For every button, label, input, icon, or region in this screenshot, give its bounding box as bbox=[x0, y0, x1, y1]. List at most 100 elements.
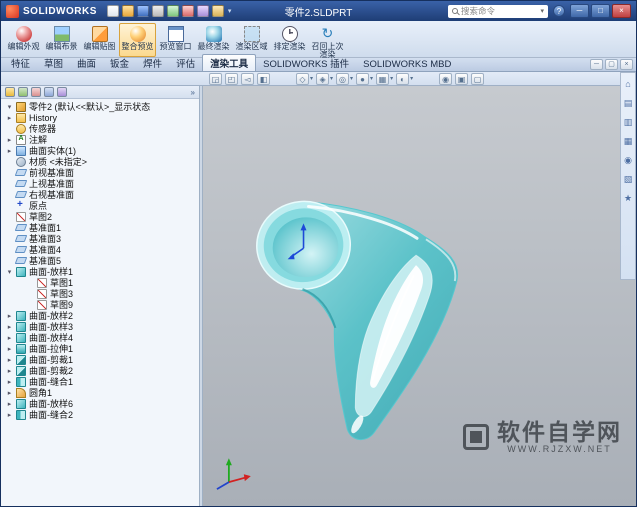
previous-view-icon[interactable]: ◅ bbox=[241, 72, 254, 85]
undo-icon[interactable] bbox=[166, 5, 179, 17]
command-tab[interactable]: 曲面 bbox=[70, 55, 103, 71]
doc-minimize-icon[interactable]: ─ bbox=[590, 59, 603, 70]
minimize-button[interactable]: ─ bbox=[570, 4, 589, 18]
open-file-icon[interactable] bbox=[121, 5, 134, 17]
ribbon-button[interactable]: 召回上次渲染 bbox=[309, 23, 346, 59]
display-manager-tab-icon[interactable] bbox=[57, 87, 67, 97]
search-chevron-down-icon[interactable] bbox=[540, 7, 544, 15]
toolbar-chevron-down-icon[interactable] bbox=[228, 7, 232, 15]
zoom-fit-icon[interactable]: ◲ bbox=[209, 72, 222, 85]
expand-arrow-icon[interactable]: ▸ bbox=[6, 334, 13, 342]
property-manager-tab-icon[interactable] bbox=[18, 87, 28, 97]
expand-arrow-icon[interactable]: ▸ bbox=[6, 114, 13, 122]
expand-arrow-icon[interactable]: ▸ bbox=[6, 378, 13, 386]
solidworks-window: SOLIDWORKS 零件2.SLDPRT 搜索命令 ─□× 编辑外观 bbox=[0, 0, 637, 507]
ribbon-button-label: 编辑外观 bbox=[7, 41, 40, 51]
tree-item-label: 零件2 (默认<<默认>_显示状态 bbox=[29, 102, 151, 112]
ribbon-button-icon bbox=[281, 25, 298, 42]
ribbon-button[interactable]: 编辑贴图 bbox=[81, 23, 118, 57]
expand-arrow-icon[interactable]: ▸ bbox=[6, 367, 13, 375]
expand-arrow-icon[interactable]: ▸ bbox=[6, 312, 13, 320]
expand-arrow-icon[interactable]: ▸ bbox=[6, 345, 13, 353]
command-tab[interactable]: 焊件 bbox=[136, 55, 169, 71]
expand-arrow-icon[interactable]: ▾ bbox=[6, 268, 13, 276]
file-properties-icon[interactable] bbox=[196, 5, 209, 17]
maximize-button[interactable]: □ bbox=[591, 4, 610, 18]
forum-icon[interactable]: ★ bbox=[624, 193, 632, 203]
expand-arrow-icon[interactable]: ▸ bbox=[6, 389, 13, 397]
doc-restore-icon[interactable]: ▢ bbox=[605, 59, 618, 70]
edit-appearance-icon[interactable]: ● bbox=[356, 72, 370, 85]
tree-item[interactable]: 草图1 bbox=[3, 277, 199, 288]
ribbon-button[interactable]: 编辑布景 bbox=[43, 23, 80, 57]
solidworks-logo-icon bbox=[6, 4, 19, 18]
expand-arrow-icon[interactable]: ▸ bbox=[6, 400, 13, 408]
resources-home-icon[interactable]: ⌂ bbox=[625, 79, 630, 89]
feature-tree: ▾ 零件2 (默认<<默认>_显示状态 ▸ History 传感器 ▸ A 注解… bbox=[1, 99, 199, 420]
command-search-input[interactable]: 搜索命令 bbox=[448, 4, 548, 18]
expand-arrow-icon[interactable]: ▸ bbox=[6, 323, 13, 331]
zoom-area-icon[interactable]: ◰ bbox=[225, 72, 238, 85]
photoview-options-icon[interactable]: ▣ bbox=[455, 72, 469, 85]
expand-arrow-icon[interactable]: ▾ bbox=[6, 103, 13, 111]
ribbon-button[interactable]: 最终渲染 bbox=[195, 23, 232, 57]
expand-arrow-icon[interactable]: ▸ bbox=[6, 356, 13, 364]
command-tab[interactable]: 评估 bbox=[169, 55, 202, 71]
camera-icon[interactable]: ◉ bbox=[439, 72, 453, 85]
tree-item-icon bbox=[16, 123, 26, 134]
graphics-area[interactable]: 软件自学网 WWW.RJZXW.NET bbox=[203, 86, 636, 506]
expand-arrow-icon[interactable]: ▸ bbox=[6, 147, 13, 155]
design-library-icon[interactable]: ▤ bbox=[624, 98, 633, 108]
watermark-logo-icon bbox=[463, 424, 489, 450]
tree-item[interactable]: ▾ 曲面-放样1 bbox=[3, 266, 199, 277]
display-style-icon[interactable]: ◈ bbox=[316, 72, 330, 85]
command-tab[interactable]: SOLIDWORKS MBD bbox=[356, 58, 458, 71]
view-palette-icon[interactable]: ▦ bbox=[624, 136, 633, 146]
tree-item-icon bbox=[14, 169, 28, 176]
ribbon-button-icon bbox=[167, 25, 184, 42]
new-file-icon[interactable] bbox=[106, 5, 119, 17]
command-tab[interactable]: 特征 bbox=[4, 55, 37, 71]
command-tab[interactable]: 钣金 bbox=[103, 55, 136, 71]
ribbon-button[interactable]: 编辑外观 bbox=[5, 23, 42, 57]
rebuild-icon[interactable] bbox=[181, 5, 194, 17]
view-settings-icon[interactable]: ◐ bbox=[396, 72, 410, 85]
command-tab[interactable]: 草图 bbox=[37, 55, 70, 71]
doc-close-icon[interactable]: × bbox=[620, 59, 633, 70]
options-icon[interactable] bbox=[211, 5, 224, 17]
custom-properties-icon[interactable]: ▧ bbox=[624, 174, 633, 184]
ribbon-button[interactable]: 渲染区域 bbox=[233, 23, 270, 57]
tree-item[interactable]: 草图3 bbox=[3, 288, 199, 299]
ribbon-button-icon bbox=[243, 25, 260, 42]
print-icon[interactable] bbox=[151, 5, 164, 17]
panel-more-icon[interactable]: » bbox=[191, 88, 195, 97]
search-icon bbox=[452, 8, 458, 14]
ribbon-button[interactable]: 排定渲染 bbox=[271, 23, 308, 57]
tree-item-icon bbox=[16, 321, 26, 332]
dimxpert-manager-tab-icon[interactable] bbox=[44, 87, 54, 97]
help-icon[interactable] bbox=[553, 5, 565, 17]
file-explorer-icon[interactable]: ▥ bbox=[624, 117, 633, 127]
view-orientation-icon[interactable]: ◇ bbox=[296, 72, 309, 85]
tree-item[interactable]: ▾ 零件2 (默认<<默认>_显示状态 bbox=[3, 101, 199, 112]
appearances-scenes-icon[interactable]: ◉ bbox=[624, 155, 632, 165]
hide-show-items-icon[interactable]: ◎ bbox=[336, 72, 350, 85]
close-button[interactable]: × bbox=[612, 4, 631, 18]
command-tab[interactable]: 渲染工具 bbox=[202, 54, 257, 71]
command-tab[interactable]: SOLIDWORKS 插件 bbox=[256, 55, 356, 71]
feature-manager-panel: » ▾ 零件2 (默认<<默认>_显示状态 ▸ History 传感器 ▸ A … bbox=[1, 86, 200, 506]
full-screen-icon[interactable]: ▢ bbox=[471, 72, 485, 85]
tree-item-icon bbox=[16, 332, 26, 343]
expand-arrow-icon[interactable]: ▸ bbox=[6, 411, 13, 419]
configuration-manager-tab-icon[interactable] bbox=[31, 87, 41, 97]
ribbon-button[interactable]: 整合预览 bbox=[119, 22, 156, 57]
expand-arrow-icon[interactable]: ▸ bbox=[6, 136, 13, 144]
ribbon-button[interactable]: 预览窗口 bbox=[157, 23, 194, 57]
apply-scene-icon[interactable]: ▦ bbox=[376, 72, 390, 85]
save-icon[interactable] bbox=[136, 5, 149, 17]
tree-item-icon bbox=[37, 299, 47, 310]
ribbon-button-label: 编辑贴图 bbox=[83, 41, 116, 51]
tree-item[interactable]: ▸ 曲面-缝合2 bbox=[3, 409, 199, 420]
section-view-icon[interactable]: ◧ bbox=[257, 72, 270, 85]
feature-manager-tab-icon[interactable] bbox=[5, 87, 15, 97]
